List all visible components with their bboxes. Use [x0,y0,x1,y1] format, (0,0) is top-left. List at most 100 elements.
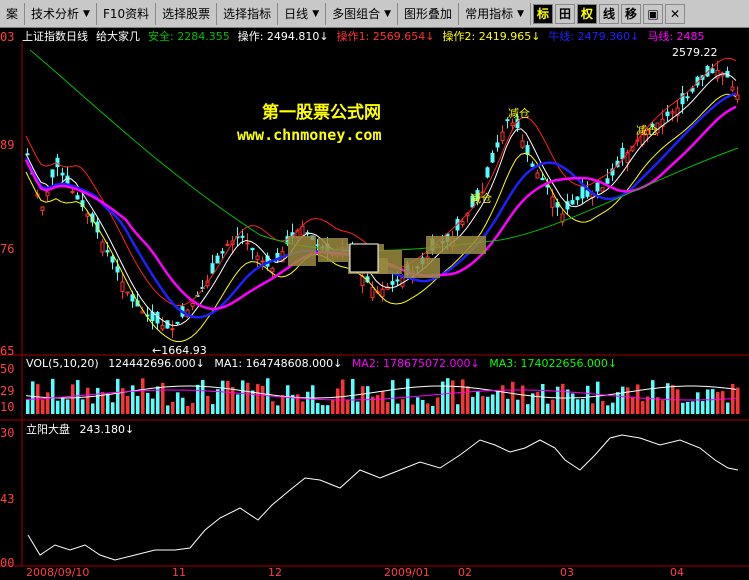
signal-box [426,236,486,254]
volume-bar [111,402,115,414]
volume-bar [96,387,100,414]
candle-body [115,266,120,273]
volume-bar [481,396,485,414]
volume-bar [651,380,655,414]
volume-bar [406,378,410,414]
candle-body [575,196,580,201]
candle-body [395,279,400,282]
white-square-marker [349,243,379,273]
volume-bar [66,399,70,414]
candle-body [685,96,690,99]
xaxis-label-4: 02 [458,566,472,579]
candle-body [545,184,550,188]
volume-bar [401,399,405,414]
volume-bar [181,397,185,414]
xaxis-label-1: 11 [172,566,186,579]
volume-bar [376,395,380,414]
candle-body [45,191,50,197]
volume-bar [451,380,455,414]
volume-bar [51,378,55,414]
volume-bar [146,392,150,414]
volume-bar [346,400,350,414]
volume-bar [566,389,570,414]
signal-box [404,258,440,278]
candle-body [120,281,125,292]
volume-bar [411,404,415,414]
volume-bar [216,389,220,414]
volume-bar [316,403,320,414]
candle-body [210,263,215,274]
volume-bar [721,391,725,414]
vol-axis-top: 50 [0,362,15,376]
candle-body [85,213,90,217]
volume-bar [501,385,505,414]
volume-bar [516,399,520,414]
candle-body [270,267,275,273]
volume-bar [386,402,390,414]
candle-body [380,288,385,297]
candle-body [125,291,130,294]
candle-body [245,242,250,245]
volume-bar [696,392,700,414]
volume-bar [591,403,595,414]
candle-body [620,147,625,160]
volume-bar [81,399,85,414]
volume-bar [686,401,690,414]
candle-body [300,225,305,236]
candle-body [570,200,575,205]
watermark-title: 第一股票公式网 [262,103,381,123]
candle-body [240,235,245,238]
volume-bar [691,401,695,414]
ind-axis-mid: 43 [0,492,15,506]
candle-body [65,175,70,184]
chart-canvas [0,42,749,567]
volume-bar [546,403,550,414]
volume-bar [596,381,600,414]
signal-label-1: 减仓 [508,107,530,120]
candle-body [495,142,500,148]
volume-bar [471,396,475,414]
volume-bar [496,391,500,414]
low-annotation: ←1664.93 [152,344,207,357]
volume-bar [106,393,110,414]
volume-bar [201,379,205,414]
candle-body [710,68,715,74]
volume-bar [736,387,740,414]
vol-ma2: MA2: 178675072.000↓ [351,357,480,370]
volume-bar [221,380,225,414]
volume-bar [541,383,545,414]
volume-bar [206,395,210,414]
vol-axis-bottom: 10 [0,400,15,414]
volume-bar [211,404,215,414]
candle-body [390,281,395,285]
vol-value: 124442696.000↓ [108,357,205,370]
candle-body [490,152,495,163]
indicator2-value: 243.180↓ [79,423,135,436]
volume-bar [261,385,265,414]
volume-bar [456,404,460,414]
indicator2-header: 立阳大盘 243.180↓ [26,421,134,437]
volume-bar [681,402,685,414]
volume-bar [461,379,465,414]
volume-bar [381,391,385,414]
signal-label-2: 减仓 [470,192,492,205]
watermark-url: www.chnmoney.com [237,126,382,144]
volume-bar [431,405,435,414]
volume-bar [506,398,510,414]
candle-body [100,241,105,253]
volume-bar [356,401,360,414]
candle-body [510,122,515,127]
candle-body [105,250,110,253]
ind-axis-top: 30 [0,426,15,440]
candle-body [535,172,540,179]
candle-body [250,247,255,251]
volume-bar [436,397,440,414]
candle-body [580,186,585,199]
short-ma-line [25,73,737,327]
volume-bar [91,403,95,414]
volume-bar [581,399,585,414]
candle-body [485,167,490,178]
volume-bar [326,405,330,414]
volume-bar [176,392,180,414]
volume-bar [611,402,615,414]
